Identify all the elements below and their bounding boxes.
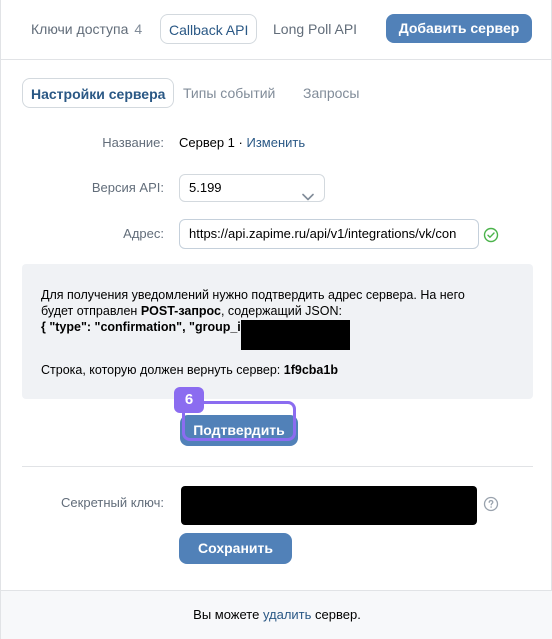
info-return-prefix: Строка, которую должен вернуть сервер: [41,363,284,377]
name-separator: · [234,135,247,150]
name-value-row: Сервер 1 · Изменить [179,135,305,150]
question-circle-icon[interactable] [483,496,499,517]
confirm-button-label: Подтвердить [193,422,285,438]
secret-key-input[interactable] [181,486,477,525]
api-version-label: Версия API: [91,180,164,195]
api-version-value: 5.199 [189,180,222,195]
save-button[interactable]: Сохранить [179,533,292,564]
tab-requests-label: Запросы [303,85,360,101]
save-button-label: Сохранить [198,540,273,556]
change-name-link[interactable]: Изменить [246,135,305,150]
step-badge: 6 [174,387,204,413]
delete-server-footer: Вы можете удалить сервер. [1,590,552,639]
tab-access-keys-count: 4 [134,21,143,37]
tab-event-types[interactable]: Типы событий [183,78,275,108]
add-server-button[interactable]: Добавить сервер [386,14,532,43]
info-return-line: Строка, которую должен вернуть сервер: 1… [41,362,338,378]
tab-callback-api[interactable]: Callback API [160,14,258,44]
address-input[interactable]: https://api.zapime.ru/api/v1/integration… [179,219,479,249]
top-tabs: Ключи доступа 4 Callback API Long Poll AP… [1,0,552,60]
footer-suffix: сервер. [311,607,361,622]
info-line-2-prefix: будет отправлен [41,304,141,318]
confirmation-info-box: Для получения уведомлений нужно подтверд… [22,264,533,399]
confirm-button[interactable]: Подтвердить [180,415,298,446]
add-server-button-label: Добавить сервер [398,20,520,36]
redacted-group-id [241,320,350,350]
info-line-2-suffix: , содержащий JSON: [220,304,342,318]
check-circle-icon [483,227,499,248]
tab-event-types-label: Типы событий [183,85,276,101]
tab-long-poll-api-label: Long Poll API [273,21,358,37]
divider [22,466,533,467]
info-json: { "type": "confirmation", "group_id": [41,320,259,334]
tab-server-settings-label: Настройки сервера [31,86,166,102]
tab-server-settings[interactable]: Настройки сервера [22,78,175,108]
footer-prefix: Вы можете [193,607,263,622]
info-post-request: POST-запрос [140,304,221,318]
server-name: Сервер 1 [179,135,235,150]
info-line-2: будет отправлен POST-запрос, содержащий … [41,303,342,319]
secret-key-label: Секретный ключ: [61,495,164,510]
delete-server-link[interactable]: удалить [263,607,311,622]
api-version-select[interactable]: 5.199 [179,174,325,202]
server-settings-panel: Ключи доступа 4 Callback API Long Poll AP… [0,0,552,639]
tab-callback-api-label: Callback API [169,22,249,38]
tab-access-keys[interactable]: Ключи доступа 4 [31,14,142,44]
chevron-down-icon [302,184,314,210]
tab-requests[interactable]: Запросы [303,78,359,108]
address-label: Адрес: [123,226,164,241]
tab-access-keys-label: Ключи доступа [31,21,129,37]
tab-long-poll-api[interactable]: Long Poll API [273,14,357,44]
info-line-1: Для получения уведомлений нужно подтверд… [41,288,465,302]
confirmation-code: 1f9cba1b [283,363,338,377]
name-label: Название: [102,135,164,150]
